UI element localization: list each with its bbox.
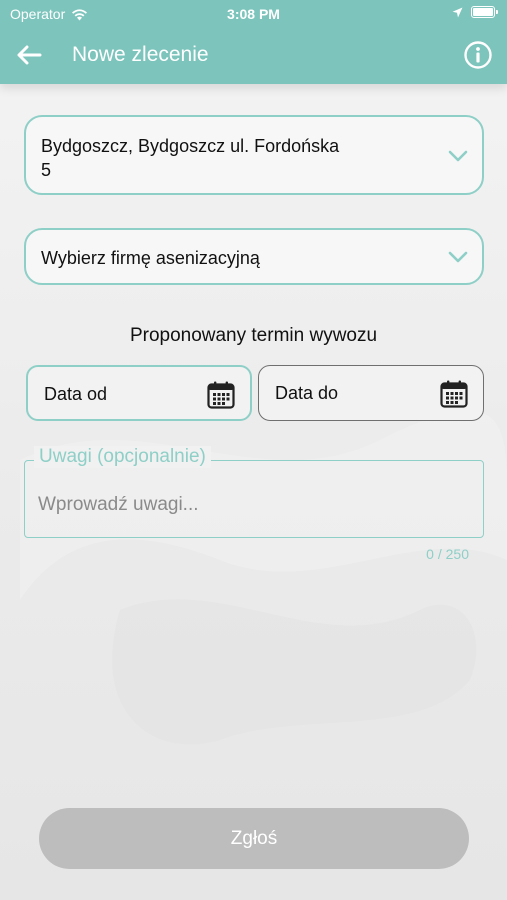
location-arrow-icon [452, 7, 463, 17]
chevron-down-icon [448, 150, 468, 162]
location-select-value: Bydgoszcz, Bydgoszcz ul. Fordońska 5 [41, 134, 412, 182]
chevron-down-icon [448, 251, 468, 263]
status-time: 3:08 PM [227, 6, 280, 22]
info-circle-icon [464, 41, 492, 69]
date-from-field[interactable]: Data od [26, 365, 252, 421]
notes-input[interactable] [38, 492, 458, 518]
notes-field-label: Uwagi (opcjonalnie) [34, 446, 211, 468]
status-right [452, 6, 498, 18]
calendar-icon [440, 380, 468, 408]
app-header: Operator 3:08 PM Nowe zlecenie [0, 0, 507, 84]
notes-char-counter: 0 / 250 [426, 546, 469, 562]
battery-icon [471, 6, 498, 18]
page-title: Nowe zlecenie [72, 43, 209, 66]
term-section-label: Proponowany termin wywozu [129, 325, 378, 346]
arrow-left-icon [17, 45, 42, 65]
date-to-label: Data do [275, 383, 339, 403]
submit-button-label: Zgłoś [230, 827, 278, 849]
location-line-1: Bydgoszcz, Bydgoszcz ul. Fordońska [41, 136, 340, 156]
location-line-2: 5 [41, 160, 52, 180]
location-select[interactable]: Bydgoszcz, Bydgoszcz ul. Fordońska 5 [24, 115, 484, 195]
company-select[interactable]: Wybierz firmę asenizacyjną [24, 228, 484, 285]
date-from-label: Data od [44, 384, 108, 404]
company-select-placeholder: Wybierz firmę asenizacyjną [41, 248, 260, 268]
submit-button[interactable]: Zgłoś [39, 808, 469, 869]
toolbar: Nowe zlecenie [0, 34, 507, 78]
background-decoration [20, 410, 507, 745]
back-button[interactable] [12, 38, 46, 72]
date-to-field[interactable]: Data do [258, 365, 484, 421]
status-bar: Operator 3:08 PM [0, 0, 507, 28]
calendar-icon [207, 381, 235, 409]
info-button[interactable] [463, 40, 493, 70]
